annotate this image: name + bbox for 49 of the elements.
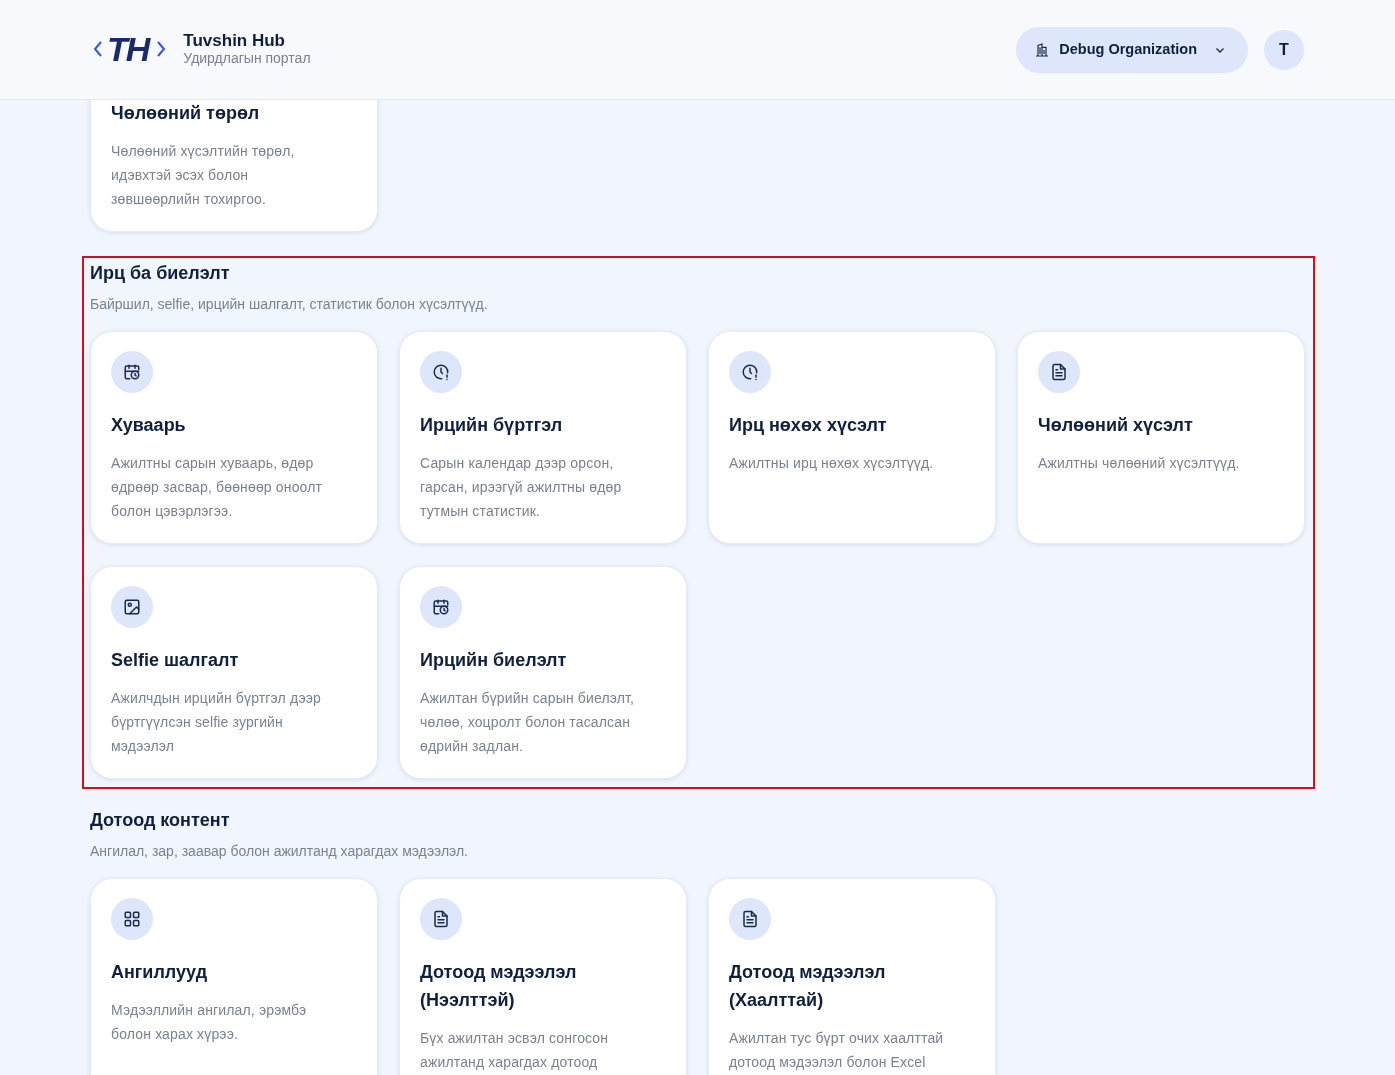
card-title: Ирцийн бүртгэл — [420, 414, 564, 437]
logo: TH — [92, 32, 168, 67]
card-description: Сарын календар дээр орсон, гарсан, ирээгүй ажилтны өдөр тутмын статистик. — [420, 454, 623, 521]
module-card[interactable]: Дотоод мэдээлэл (Нээлттэй) Бүх ажилтан эсвэл сонгосон ажилтанд харагдах дотоод — [399, 878, 687, 1075]
module-card[interactable]: Ирцийн биелэлт Ажилтан бүрийн сарын биелэлт, чөлөө, хоцролт болон тасалсан өдрийн задлан. — [399, 566, 687, 779]
card-title: Чөлөөний хүсэлт — [1038, 414, 1194, 437]
image-icon — [123, 598, 141, 616]
section-title: Дотоод контент — [90, 809, 231, 832]
module-card[interactable]: Ирц нөхөх хүсэлт Ажилтны ирц нөхөх хүсэлтүүд. — [708, 331, 996, 544]
card-title: Дотоод мэдээлэл (Нээлттэй) — [420, 961, 578, 1012]
card-description: Ажилтан тус бүрт очих хаалттай дотоод мэдээлэл болон Excel — [729, 1029, 945, 1072]
module-card[interactable]: Чөлөөний төрөл Чөлөөний хүсэлтийн төрөл, идэвхтэй эсэх болон зөвшөөрлийн тохиргоо. — [90, 100, 378, 232]
building-icon — [1034, 41, 1051, 58]
section-subtitle: Байршил, selfie, ирцийн шалгалт, статистик болон хүсэлтүүд. — [90, 295, 489, 314]
card-description: Ажилтны сарын хуваарь, өдөр өдрөөр засвар, бөөнөөр оноолт болон цэвэрлэгээ. — [111, 454, 324, 521]
card-description: Чөлөөний хүсэлтийн төрөл, идэвхтэй эсэх болон зөвшөөрлийн тохиргоо. — [111, 142, 296, 209]
card-description: Мэдээллийн ангилал, эрэмбэ болон харах хүрээ. — [111, 1001, 308, 1044]
calendar-clock-icon — [123, 363, 141, 381]
grid-icon — [123, 910, 141, 928]
user-avatar[interactable]: T — [1264, 29, 1304, 70]
module-card[interactable]: Ирцийн бүртгэл Сарын календар дээр орсон, гарсан, ирээгүй ажилтны өдөр тутмын статистик. — [399, 331, 687, 544]
clock-alert-icon — [432, 363, 450, 381]
document-icon — [1050, 363, 1068, 381]
card-title: Хуваарь — [111, 414, 187, 437]
module-card[interactable]: Дотоод мэдээлэл (Хаалттай) Ажилтан тус бүрт очих хаалттай дотоод мэдээлэл болон Excel — [708, 878, 996, 1075]
module-card[interactable]: Чөлөөний хүсэлт Ажилтны чөлөөний хүсэлтүүд. — [1017, 331, 1305, 544]
card-title: Ангиллууд — [111, 961, 209, 984]
document-icon — [432, 910, 450, 928]
card-description: Бүх ажилтан эсвэл сонгосон ажилтанд харагдах дотоод — [420, 1029, 610, 1072]
module-card[interactable]: Selfie шалгалт Ажилчдын ирцийн бүртгэл дээр бүртгүүлсэн selfie зургийн мэдээлэл — [90, 566, 378, 779]
module-card[interactable]: Ангиллууд Мэдээллийн ангилал, эрэмбэ болон харах хүрээ. — [90, 878, 378, 1075]
section-title: Ирц ба биелэлт — [90, 262, 231, 285]
card-description: Ажилчдын ирцийн бүртгэл дээр бүртгүүлсэн selfie зургийн мэдээлэл — [111, 689, 322, 756]
clock-alert-icon — [741, 363, 759, 381]
card-title: Чөлөөний төрөл — [111, 102, 261, 125]
section-subtitle: Ангилал, зар, заавар болон ажилтанд харагдах мэдээлэл. — [90, 842, 469, 861]
card-title: Selfie шалгалт — [111, 649, 240, 672]
card-title: Ирц нөхөх хүсэлт — [729, 414, 888, 437]
organization-dropdown[interactable]: Debug Organization — [1016, 26, 1248, 73]
document-icon — [741, 910, 759, 928]
app-name: Tuvshin Hub — [183, 31, 286, 51]
card-title: Дотоод мэдээлэл (Хаалттай) — [729, 961, 887, 1012]
app-subtitle: Удирдлагын портал — [183, 50, 311, 68]
card-description: Ажилтан бүрийн сарын биелэлт, чөлөө, хоцролт болон тасалсан өдрийн задлан. — [420, 689, 636, 756]
calendar-clock-icon — [432, 598, 450, 616]
card-description: Ажилтны ирц нөхөх хүсэлтүүд. — [729, 454, 935, 473]
card-title: Ирцийн биелэлт — [420, 649, 568, 672]
card-description: Ажилтны чөлөөний хүсэлтүүд. — [1038, 454, 1241, 473]
module-card[interactable]: Хуваарь Ажилтны сарын хуваарь, өдөр өдрөөр засвар, бөөнөөр оноолт болон цэвэрлэгээ. — [90, 331, 378, 544]
